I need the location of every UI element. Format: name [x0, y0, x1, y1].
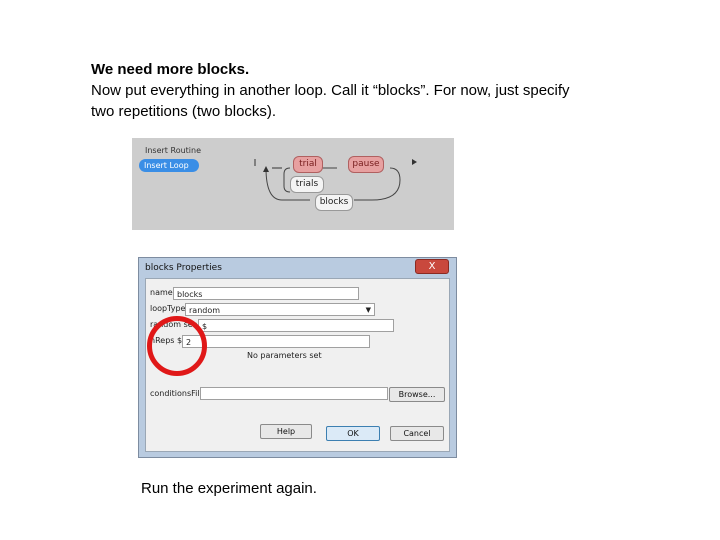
help-button[interactable]: Help: [260, 424, 312, 439]
no-parameters-text: No parameters set: [247, 351, 322, 360]
close-button[interactable]: X: [415, 259, 449, 274]
random-seed-input[interactable]: $: [198, 319, 394, 332]
instruction-heading: We need more blocks.: [91, 61, 250, 78]
loop-blocks[interactable]: blocks: [315, 194, 353, 211]
cancel-button[interactable]: Cancel: [390, 426, 444, 441]
looptype-value: random: [189, 306, 221, 315]
footer-text: Run the experiment again.: [141, 480, 317, 497]
nreps-input[interactable]: 2: [182, 335, 370, 348]
highlight-circle: [147, 316, 207, 376]
name-input[interactable]: blocks: [173, 287, 359, 300]
routine-pause[interactable]: pause: [348, 156, 384, 173]
chevron-down-icon: ▼: [365, 306, 371, 314]
instruction-text: We need more blocks. Now put everything …: [91, 59, 691, 122]
conditions-file-label: conditionsFile: [150, 389, 205, 398]
instruction-line-2: two repetitions (two blocks).: [91, 103, 277, 120]
flow-panel: Insert Routine Insert Loop trial pause t…: [132, 138, 454, 230]
routine-trial[interactable]: trial: [293, 156, 323, 173]
loop-trials[interactable]: trials: [290, 176, 324, 193]
ok-button[interactable]: OK: [326, 426, 380, 441]
instruction-line-1: Now put everything in another loop. Call…: [91, 82, 570, 99]
browse-button[interactable]: Browse...: [389, 387, 445, 402]
looptype-label: loopType: [150, 304, 186, 313]
dialog-title: blocks Properties: [145, 263, 222, 273]
conditions-file-input[interactable]: [200, 387, 388, 400]
name-label: name: [150, 288, 173, 297]
looptype-select[interactable]: random ▼: [185, 303, 375, 316]
